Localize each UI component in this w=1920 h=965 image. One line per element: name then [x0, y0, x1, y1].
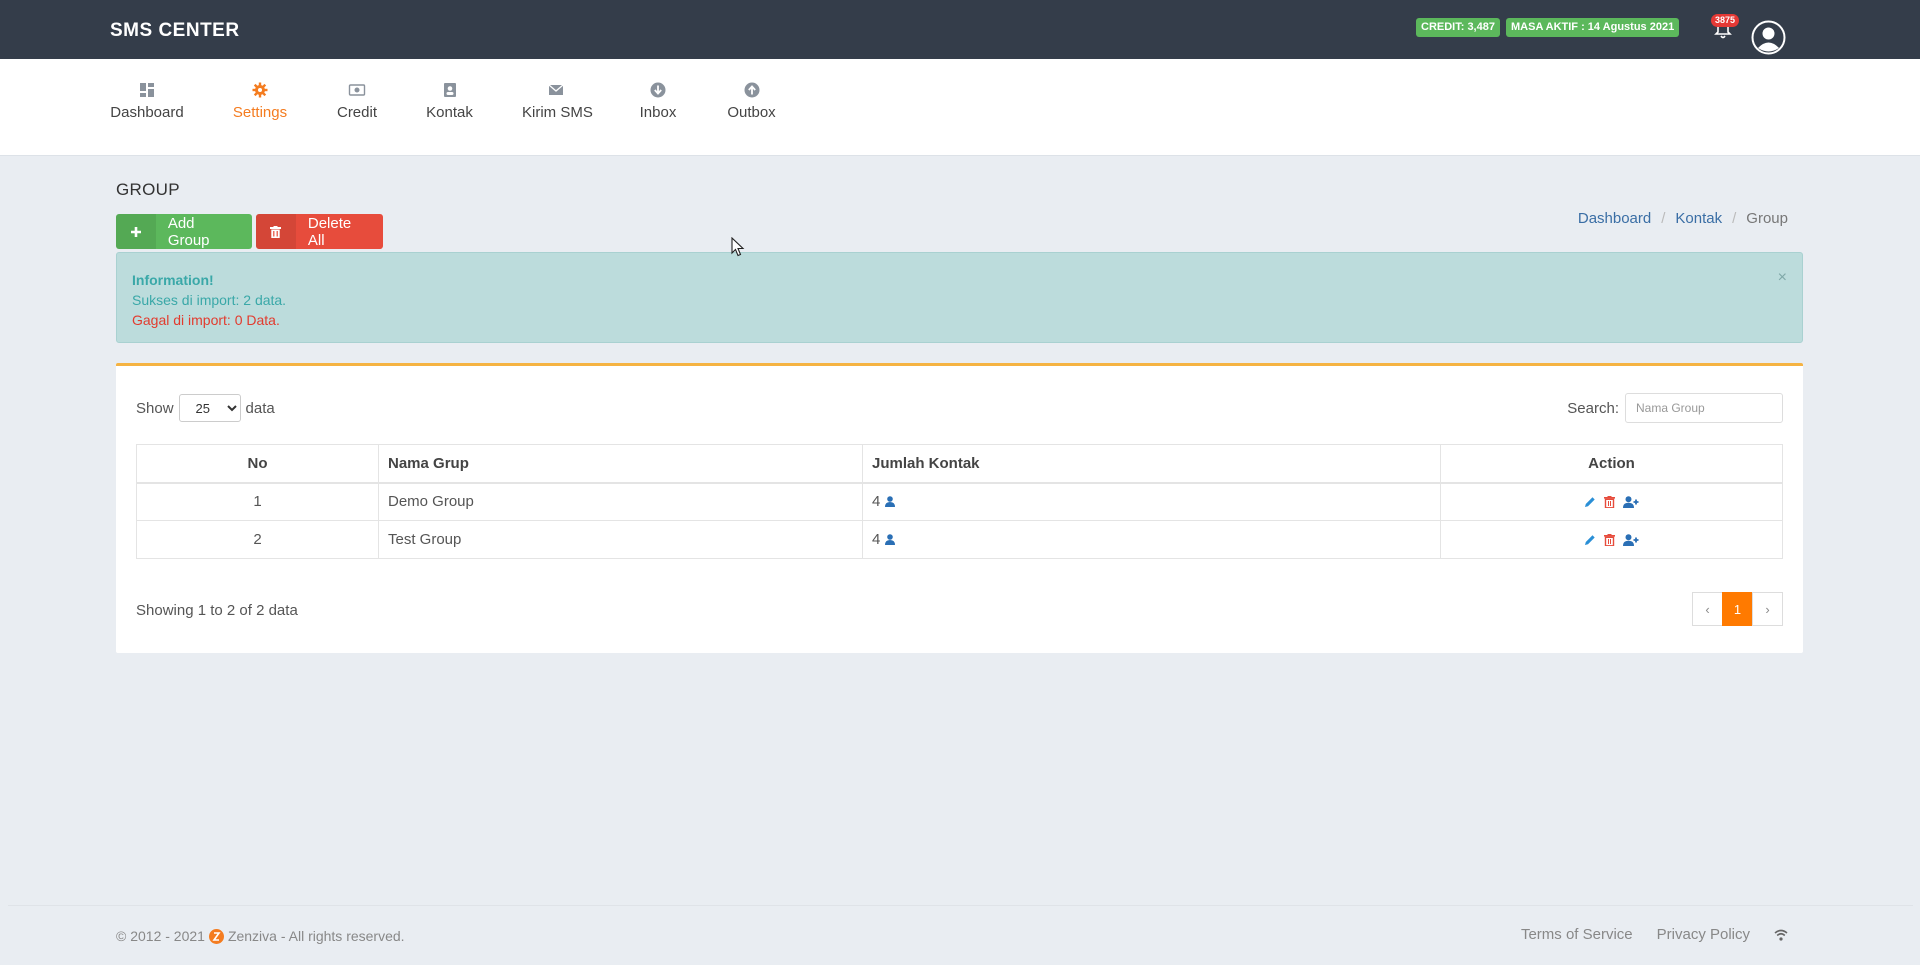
credit-badge: CREDIT: 3,487: [1416, 18, 1500, 37]
delete-trash-icon[interactable]: [1604, 496, 1615, 509]
nav-label: Settings: [232, 104, 288, 121]
contact-count: 4: [872, 493, 881, 511]
masa-aktif-badge: MASA AKTIF : 14 Agustus 2021: [1506, 18, 1680, 37]
cell-action: [1440, 482, 1783, 521]
page-length-select[interactable]: 25: [178, 394, 241, 422]
cell-no: 1: [136, 482, 379, 521]
copyright-years: © 2012 - 2021: [116, 928, 205, 944]
nav-credit[interactable]: Credit: [336, 82, 378, 121]
alert-fail-text: Gagal di import: 0 Data.: [132, 312, 280, 328]
column-header-action: Action: [1440, 444, 1783, 484]
nav-label: Inbox: [639, 104, 677, 121]
search-input[interactable]: [1625, 393, 1783, 423]
browser-viewport: SMS CENTER CREDIT: 3,487 MASA AKTIF : 14…: [0, 0, 1920, 965]
alert-success-text: Sukses di import: 2 data.: [132, 292, 287, 308]
close-icon[interactable]: ×: [1778, 268, 1787, 288]
column-header-no[interactable]: No: [136, 444, 379, 484]
nav-inbox[interactable]: Inbox: [639, 82, 677, 121]
breadcrumb-separator: /: [1732, 210, 1737, 227]
column-header-jumlah-kontak[interactable]: Jumlah Kontak: [862, 444, 1441, 484]
alert-title: Information!: [132, 272, 214, 288]
copyright-owner: Zenziva - All rights reserved.: [227, 928, 405, 944]
show-label: Show: [136, 399, 174, 417]
delete-trash-icon[interactable]: [1604, 534, 1615, 547]
terms-of-service-link[interactable]: Terms of Service: [1521, 926, 1633, 943]
contacts-icon: [443, 83, 456, 97]
table-header-row: No Nama Grup Jumlah Kontak Action: [136, 444, 1783, 484]
money-icon: [348, 84, 366, 96]
delete-all-label: Delete All: [307, 214, 352, 249]
gear-icon: [252, 82, 268, 98]
column-header-nama-grup[interactable]: Nama Grup: [378, 444, 863, 484]
delete-all-button[interactable]: Delete All: [256, 214, 383, 249]
arrow-up-circle-icon: [744, 82, 759, 98]
cell-nama-grup: Demo Group: [378, 482, 863, 521]
envelope-icon: [548, 84, 564, 95]
nav-settings[interactable]: Settings: [232, 82, 288, 121]
group-table: No Nama Grup Jumlah Kontak Action 1 Demo…: [136, 444, 1783, 559]
contact-count: 4: [872, 531, 881, 548]
breadcrumb: Dashboard / Kontak / Group: [1578, 210, 1788, 227]
top-bar: SMS CENTER CREDIT: 3,487 MASA AKTIF : 14…: [0, 0, 1920, 59]
footer-links: Terms of Service Privacy Policy: [1497, 926, 1788, 943]
cell-no: 2: [136, 520, 379, 559]
table-row: 1 Demo Group 4: [136, 482, 1783, 521]
data-label: data: [245, 399, 275, 417]
nav-label: Credit: [336, 104, 377, 121]
cell-action: [1440, 520, 1783, 559]
main-navigation: Dashboard Settings Credit Kontak Kirim S…: [0, 59, 1920, 156]
cell-jumlah-kontak: 4: [862, 482, 1441, 521]
footer-divider: [8, 905, 1913, 906]
privacy-policy-link[interactable]: Privacy Policy: [1657, 926, 1750, 943]
breadcrumb-current: Group: [1746, 210, 1788, 227]
edit-pencil-icon[interactable]: [1584, 534, 1596, 546]
breadcrumb-separator: /: [1661, 210, 1666, 227]
page-title: GROUP: [116, 180, 180, 199]
edit-pencil-icon[interactable]: [1584, 496, 1596, 508]
dashboard-icon: [140, 83, 154, 97]
nav-kirim-sms[interactable]: Kirim SMS: [522, 82, 593, 121]
footer-copyright: © 2012 - 2021 Zenziva - All rights reser…: [116, 928, 405, 944]
group-table-card: Show 25 data Search: No Nama Grup Jumlah…: [116, 363, 1803, 653]
pagination-prev[interactable]: ‹: [1692, 592, 1723, 626]
nav-kontak[interactable]: Kontak: [426, 82, 473, 121]
search-label: Search:: [1567, 399, 1619, 417]
trash-icon: [256, 214, 296, 249]
nav-label: Kontak: [426, 104, 473, 121]
pagination-next[interactable]: ›: [1752, 592, 1783, 626]
nav-outbox[interactable]: Outbox: [727, 82, 776, 121]
breadcrumb-kontak[interactable]: Kontak: [1675, 210, 1722, 227]
nav-dashboard[interactable]: Dashboard: [110, 82, 184, 121]
search-control: Search:: [1567, 393, 1783, 423]
plus-icon: [116, 214, 156, 249]
nav-label: Dashboard: [110, 104, 184, 121]
add-group-button[interactable]: Add Group: [116, 214, 252, 249]
notification-count-badge[interactable]: 3875: [1711, 14, 1740, 27]
table-row: 2 Test Group 4: [136, 520, 1783, 559]
zenziva-logo-icon: [208, 928, 224, 944]
import-info-alert: Information! Sukses di import: 2 data. G…: [116, 252, 1803, 343]
nav-label: Outbox: [727, 104, 776, 121]
user-icon: [884, 534, 895, 545]
wifi-icon: [1774, 926, 1788, 943]
nav-label: Kirim SMS: [522, 104, 593, 121]
add-user-icon[interactable]: [1623, 534, 1639, 547]
cell-jumlah-kontak: 4: [862, 520, 1441, 559]
user-avatar-icon[interactable]: [1751, 20, 1786, 55]
page-length-control: Show 25 data: [136, 394, 275, 422]
add-group-label: Add Group: [167, 214, 210, 249]
brand-title[interactable]: SMS CENTER: [110, 20, 240, 42]
user-icon: [884, 496, 895, 508]
cell-nama-grup: Test Group: [378, 520, 863, 559]
pagination: ‹ 1 ›: [1692, 592, 1783, 626]
add-user-icon[interactable]: [1623, 496, 1639, 509]
table-info: Showing 1 to 2 of 2 data: [136, 602, 298, 619]
mouse-cursor-icon: [731, 237, 745, 257]
pagination-page-current[interactable]: 1: [1722, 592, 1753, 626]
breadcrumb-dashboard[interactable]: Dashboard: [1578, 210, 1651, 227]
arrow-down-circle-icon: [650, 82, 666, 98]
